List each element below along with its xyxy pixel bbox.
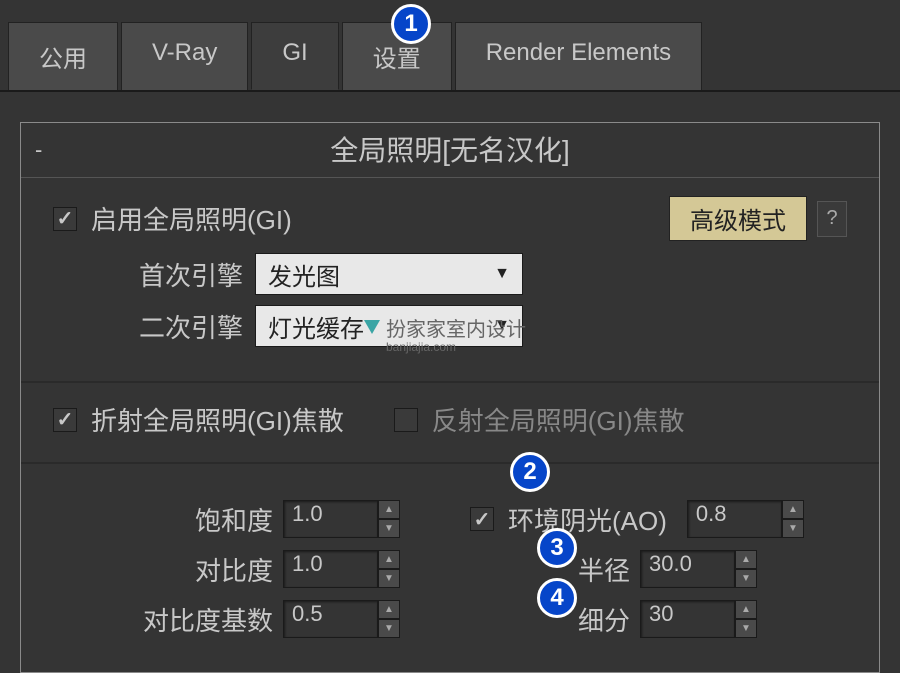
spinner-down-icon[interactable]: ▼ — [735, 619, 757, 638]
subdivs-input[interactable]: 30 — [640, 600, 735, 638]
annotation-badge-1: 1 — [391, 4, 431, 44]
reflect-caustics-label: 反射全局照明(GI)焦散 — [432, 401, 685, 438]
secondary-engine-label: 二次引擎 — [113, 308, 243, 345]
secondary-engine-value: 灯光缓存 — [268, 309, 494, 344]
tab-gi[interactable]: GI — [251, 22, 338, 90]
tab-vray[interactable]: V-Ray — [121, 22, 248, 90]
spinner-up-icon[interactable]: ▲ — [378, 550, 400, 569]
spinner-up-icon[interactable]: ▲ — [378, 500, 400, 519]
caustics-section: 折射全局照明(GI)焦散 反射全局照明(GI)焦散 — [21, 383, 879, 464]
spinner-down-icon[interactable]: ▼ — [735, 569, 757, 588]
ao-checkbox[interactable] — [470, 507, 494, 531]
tab-bar: 公用 V-Ray GI 设置 Render Elements — [0, 0, 900, 92]
subdivs-spinner[interactable]: 30 ▲ ▼ — [640, 600, 757, 638]
panel-title-text: 全局照明[无名汉化] — [330, 135, 570, 166]
enable-gi-checkbox[interactable] — [53, 207, 77, 231]
watermark-icon — [364, 320, 380, 334]
chevron-down-icon: ▼ — [494, 265, 510, 283]
radius-input[interactable]: 30.0 — [640, 550, 735, 588]
annotation-badge-4: 4 — [537, 578, 577, 618]
saturation-label: 饱和度 — [53, 501, 273, 538]
ao-input[interactable]: 0.8 — [687, 500, 782, 538]
enable-gi-label: 启用全局照明(GI) — [91, 200, 292, 237]
contrast-base-label: 对比度基数 — [53, 601, 273, 638]
saturation-spinner[interactable]: 1.0 ▲ ▼ — [283, 500, 400, 538]
spinner-down-icon[interactable]: ▼ — [782, 519, 804, 538]
params-section: 饱和度 1.0 ▲ ▼ 环境阴光(AO) 0.8 ▲ ▼ — [21, 464, 879, 672]
contrast-label: 对比度 — [53, 551, 273, 588]
spinner-down-icon[interactable]: ▼ — [378, 619, 400, 638]
spinner-up-icon[interactable]: ▲ — [782, 500, 804, 519]
primary-engine-label: 首次引擎 — [113, 256, 243, 293]
annotation-badge-3: 3 — [537, 528, 577, 568]
primary-engine-value: 发光图 — [268, 257, 494, 292]
advanced-mode-button[interactable]: 高级模式 — [669, 196, 807, 241]
ao-spinner[interactable]: 0.8 ▲ ▼ — [687, 500, 804, 538]
gi-panel: - 全局照明[无名汉化] 启用全局照明(GI) 高级模式 ? 首次引擎 发光图 … — [20, 122, 880, 673]
ao-label: 环境阴光(AO) — [508, 501, 667, 538]
tab-common[interactable]: 公用 — [8, 22, 118, 90]
collapse-icon[interactable]: - — [35, 137, 42, 163]
chevron-down-icon: ▼ — [494, 317, 510, 335]
spinner-up-icon[interactable]: ▲ — [735, 550, 757, 569]
spinner-up-icon[interactable]: ▲ — [735, 600, 757, 619]
primary-engine-dropdown[interactable]: 发光图 ▼ — [255, 253, 523, 295]
panel-title: - 全局照明[无名汉化] — [21, 123, 879, 178]
secondary-engine-dropdown[interactable]: 灯光缓存 扮家家室内设计 banjiajia.com ▼ — [255, 305, 523, 347]
saturation-input[interactable]: 1.0 — [283, 500, 378, 538]
reflect-caustics-checkbox[interactable] — [394, 408, 418, 432]
gi-main-section: 启用全局照明(GI) 高级模式 ? 首次引擎 发光图 ▼ 二次引擎 灯光缓存 扮… — [21, 178, 879, 383]
spinner-up-icon[interactable]: ▲ — [378, 600, 400, 619]
tab-render-elements[interactable]: Render Elements — [455, 22, 702, 90]
contrast-base-input[interactable]: 0.5 — [283, 600, 378, 638]
contrast-spinner[interactable]: 1.0 ▲ ▼ — [283, 550, 400, 588]
radius-spinner[interactable]: 30.0 ▲ ▼ — [640, 550, 757, 588]
help-button[interactable]: ? — [817, 201, 847, 237]
spinner-down-icon[interactable]: ▼ — [378, 519, 400, 538]
contrast-base-spinner[interactable]: 0.5 ▲ ▼ — [283, 600, 400, 638]
contrast-input[interactable]: 1.0 — [283, 550, 378, 588]
refract-caustics-checkbox[interactable] — [53, 408, 77, 432]
refract-caustics-label: 折射全局照明(GI)焦散 — [91, 401, 344, 438]
spinner-down-icon[interactable]: ▼ — [378, 569, 400, 588]
annotation-badge-2: 2 — [510, 452, 550, 492]
